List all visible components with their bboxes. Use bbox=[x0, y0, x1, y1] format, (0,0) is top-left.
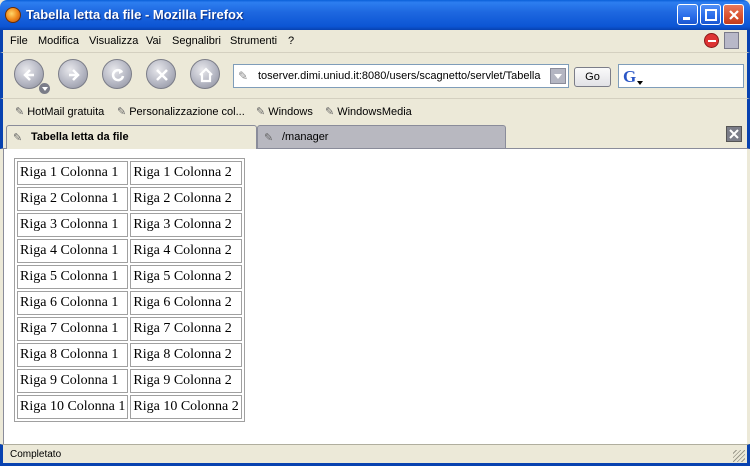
close-tab-button[interactable] bbox=[726, 126, 742, 142]
reload-button[interactable] bbox=[102, 59, 132, 89]
minimize-button[interactable] bbox=[677, 4, 698, 25]
menu-vai[interactable]: Vai bbox=[146, 35, 161, 47]
back-arrow-icon bbox=[23, 69, 34, 81]
resize-grip[interactable] bbox=[733, 450, 745, 462]
minimize-icon bbox=[683, 17, 690, 20]
table-cell: Riga 1 Colonna 1 bbox=[17, 161, 129, 185]
table-row: Riga 7 Colonna 1 Riga 7 Colonna 2 bbox=[17, 317, 242, 341]
stop-icon bbox=[156, 69, 168, 81]
bookmark-icon: ✎ bbox=[325, 106, 335, 118]
reload-icon bbox=[111, 68, 125, 82]
menu-help[interactable]: ? bbox=[288, 35, 294, 47]
menu-modifica[interactable]: Modifica bbox=[38, 35, 79, 47]
firefox-icon bbox=[5, 7, 21, 23]
page-icon: ✎ bbox=[238, 69, 249, 83]
url-bar: ✎ bbox=[233, 64, 569, 88]
table-cell: Riga 3 Colonna 2 bbox=[130, 213, 242, 237]
table-cell: Riga 6 Colonna 2 bbox=[130, 291, 242, 315]
close-window-button[interactable] bbox=[723, 4, 744, 25]
activity-throbber-icon bbox=[724, 32, 739, 49]
table-cell: Riga 8 Colonna 1 bbox=[17, 343, 129, 367]
table-row: Riga 10 Colonna 1 Riga 10 Colonna 2 bbox=[17, 395, 242, 419]
forward-button[interactable] bbox=[58, 59, 88, 89]
search-bar[interactable]: G bbox=[618, 64, 744, 88]
stop-button[interactable] bbox=[146, 59, 176, 89]
tab-bar: ✎ Tabella letta da file ✎ /manager bbox=[0, 122, 750, 149]
status-text: Completato bbox=[10, 449, 62, 460]
navigation-toolbar: ✎ Go G bbox=[0, 52, 750, 98]
table-cell: Riga 10 Colonna 1 bbox=[17, 395, 129, 419]
go-button[interactable]: Go bbox=[574, 67, 611, 87]
update-notification-icon[interactable] bbox=[704, 33, 719, 48]
bookmark-label: Windows bbox=[268, 106, 313, 118]
bookmark-windows[interactable]: ✎ Windows bbox=[256, 105, 313, 118]
bookmark-hotmail[interactable]: ✎ HotMail gratuita bbox=[15, 105, 104, 118]
table-cell: Riga 8 Colonna 2 bbox=[130, 343, 242, 367]
bookmark-label: Personalizzazione col... bbox=[129, 106, 245, 118]
table-cell: Riga 7 Colonna 1 bbox=[17, 317, 129, 341]
table-cell: Riga 10 Colonna 2 bbox=[130, 395, 242, 419]
table-cell: Riga 2 Colonna 2 bbox=[130, 187, 242, 211]
table-cell: Riga 9 Colonna 1 bbox=[17, 369, 129, 393]
bookmark-label: HotMail gratuita bbox=[27, 106, 105, 118]
page-content: Riga 1 Colonna 1 Riga 1 Colonna 2 Riga 2 C… bbox=[3, 149, 747, 444]
forward-arrow-icon bbox=[69, 69, 80, 81]
bookmark-label: WindowsMedia bbox=[337, 106, 412, 118]
tab-label: Tabella letta da file bbox=[31, 131, 129, 143]
tab-label: /manager bbox=[282, 131, 329, 143]
table-row: Riga 8 Colonna 1 Riga 8 Colonna 2 bbox=[17, 343, 242, 367]
table-cell: Riga 5 Colonna 1 bbox=[17, 265, 129, 289]
google-icon[interactable]: G bbox=[623, 67, 644, 87]
menu-strumenti[interactable]: Strumenti bbox=[230, 35, 277, 47]
close-icon bbox=[729, 129, 739, 139]
home-button[interactable] bbox=[190, 59, 220, 89]
close-icon bbox=[729, 10, 739, 20]
window-title: Tabella letta da file - Mozilla Firefox bbox=[26, 7, 244, 22]
menu-visualizza[interactable]: Visualizza bbox=[89, 35, 138, 47]
url-history-dropdown[interactable] bbox=[550, 68, 566, 84]
table-cell: Riga 2 Colonna 1 bbox=[17, 187, 129, 211]
table-cell: Riga 5 Colonna 2 bbox=[130, 265, 242, 289]
table-cell: Riga 4 Colonna 2 bbox=[130, 239, 242, 263]
maximize-button[interactable] bbox=[700, 4, 721, 25]
table-cell: Riga 9 Colonna 2 bbox=[130, 369, 242, 393]
menu-file[interactable]: File bbox=[10, 35, 28, 47]
bookmark-icon: ✎ bbox=[117, 106, 127, 118]
window-title-bar: Tabella letta da file - Mozilla Firefox bbox=[0, 0, 750, 30]
bookmark-windowsmedia[interactable]: ✎ WindowsMedia bbox=[325, 105, 412, 118]
bookmark-personalizzazione[interactable]: ✎ Personalizzazione col... bbox=[117, 105, 245, 118]
back-history-dropdown[interactable] bbox=[39, 83, 50, 94]
table-row: Riga 5 Colonna 1 Riga 5 Colonna 2 bbox=[17, 265, 242, 289]
table-row: Riga 6 Colonna 1 Riga 6 Colonna 2 bbox=[17, 291, 242, 315]
table-cell: Riga 6 Colonna 1 bbox=[17, 291, 129, 315]
page-icon: ✎ bbox=[13, 132, 23, 144]
table-cell: Riga 4 Colonna 1 bbox=[17, 239, 129, 263]
home-icon bbox=[199, 67, 213, 83]
maximize-icon bbox=[705, 9, 717, 21]
page-icon: ✎ bbox=[264, 132, 274, 144]
url-input[interactable] bbox=[258, 67, 548, 85]
tab-tabella[interactable]: ✎ Tabella letta da file bbox=[6, 125, 257, 149]
table-row: Riga 9 Colonna 1 Riga 9 Colonna 2 bbox=[17, 369, 242, 393]
table-row: Riga 3 Colonna 1 Riga 3 Colonna 2 bbox=[17, 213, 242, 237]
bookmarks-toolbar: ✎ HotMail gratuita ✎ Personalizzazione col… bbox=[0, 98, 750, 122]
menu-bar: File Modifica Visualizza Vai Segnalibri … bbox=[0, 30, 750, 52]
table-cell: Riga 3 Colonna 1 bbox=[17, 213, 129, 237]
data-table: Riga 1 Colonna 1 Riga 1 Colonna 2 Riga 2 C… bbox=[14, 158, 245, 422]
table-row: Riga 1 Colonna 1 Riga 1 Colonna 2 bbox=[17, 161, 242, 185]
table-row: Riga 4 Colonna 1 Riga 4 Colonna 2 bbox=[17, 239, 242, 263]
tab-manager[interactable]: ✎ /manager bbox=[257, 125, 506, 148]
bookmark-icon: ✎ bbox=[256, 106, 266, 118]
bookmark-icon: ✎ bbox=[15, 106, 25, 118]
status-bar: Completato bbox=[0, 444, 750, 466]
table-row: Riga 2 Colonna 1 Riga 2 Colonna 2 bbox=[17, 187, 242, 211]
table-cell: Riga 1 Colonna 2 bbox=[130, 161, 242, 185]
menu-segnalibri[interactable]: Segnalibri bbox=[172, 35, 221, 47]
table-cell: Riga 7 Colonna 2 bbox=[130, 317, 242, 341]
